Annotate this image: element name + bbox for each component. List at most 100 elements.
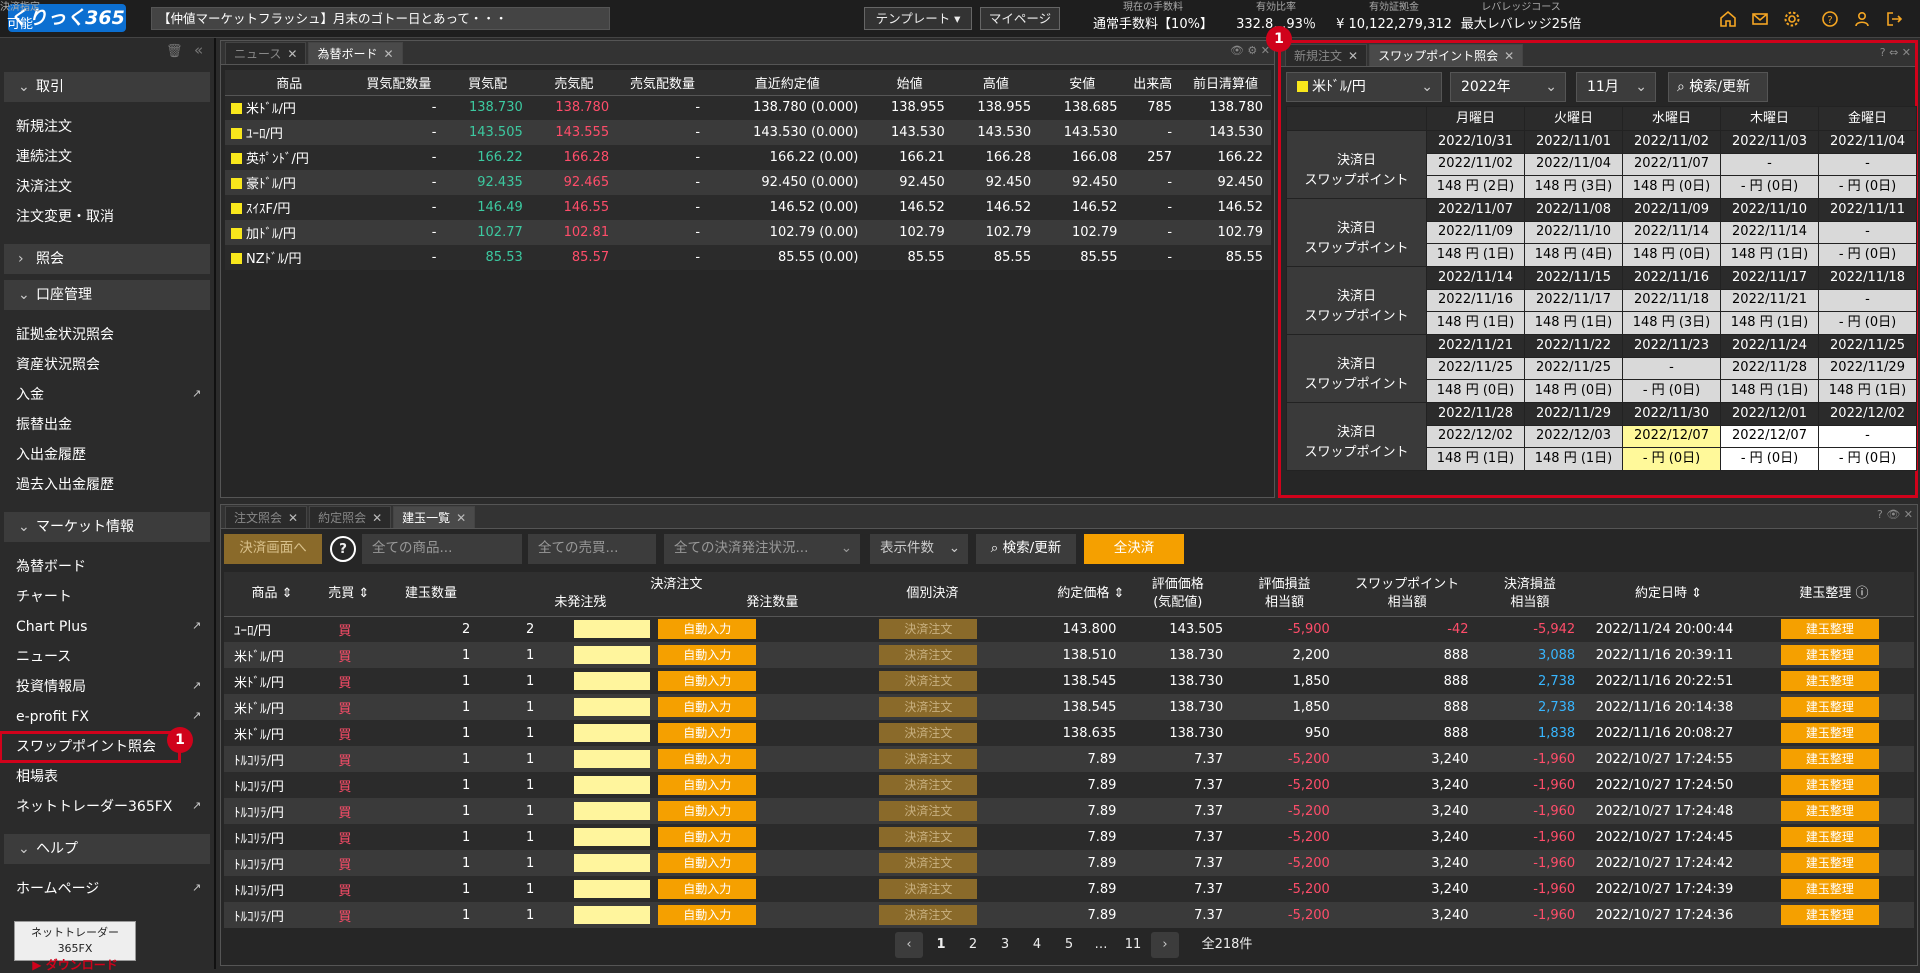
auto-input-button[interactable]: 自動入力: [658, 801, 757, 821]
sidebar-item[interactable]: ホームページ ↗: [0, 874, 214, 904]
product-filter[interactable]: 全ての商品...: [362, 534, 522, 564]
auto-input-button[interactable]: 自動入力: [658, 853, 757, 873]
sidebar-item[interactable]: 入出金履歴: [0, 440, 214, 470]
close-icon[interactable]: ✕: [383, 47, 393, 61]
settle-order-button[interactable]: 決済注文: [879, 619, 978, 640]
sidebar-item[interactable]: Chart Plus ↗: [0, 612, 214, 642]
page-link[interactable]: 4: [1023, 932, 1051, 958]
position-manage-button[interactable]: 建玉整理: [1780, 697, 1879, 717]
auto-input-button[interactable]: 自動入力: [658, 645, 757, 665]
table-row[interactable]: 米ﾄﾞﾙ/円買 1 1 自動入力 決済注文 138.545 138.730 1,850 888 2…: [224, 694, 1914, 720]
sidebar-item[interactable]: ネットトレーダー365FX ↗: [0, 792, 214, 822]
order-qty-input[interactable]: [574, 880, 651, 898]
close-icon[interactable]: ✕: [287, 47, 297, 61]
sidebar-item[interactable]: ニュース: [0, 642, 214, 672]
currency-select[interactable]: 米ﾄﾞﾙ/円 ⌄: [1286, 72, 1442, 102]
sidebar-item[interactable]: 注文変更・取消: [0, 202, 214, 232]
auto-input-button[interactable]: 自動入力: [658, 827, 757, 847]
settle-order-button[interactable]: 決済注文: [879, 723, 978, 743]
position-manage-button[interactable]: 建玉整理: [1780, 723, 1879, 743]
tab[interactable]: 新規注文 ✕: [1285, 44, 1368, 66]
settle-all-button[interactable]: 全決済: [1084, 534, 1184, 564]
settle-order-button[interactable]: 決済注文: [879, 905, 978, 925]
auto-input-button[interactable]: 自動入力: [658, 619, 757, 640]
order-qty-input[interactable]: [574, 646, 651, 664]
table-row[interactable]: ﾄﾙｺﾘﾗ/円買 1 1 自動入力 決済注文 7.89 7.37 -5,200 3,240 -1,…: [224, 824, 1914, 850]
column-header[interactable]: 約定価格 ⇕: [996, 572, 1125, 617]
column-header[interactable]: 建玉整理 ⓘ: [1753, 572, 1914, 617]
position-manage-button[interactable]: 建玉整理: [1780, 801, 1879, 821]
side-filter[interactable]: 全ての売買...: [528, 534, 656, 564]
table-row[interactable]: 豪ﾄﾞﾙ/円 -92.435 92.465-92.450 (0.000) 92.450…: [225, 170, 1271, 195]
help-icon[interactable]: ?: [1818, 7, 1842, 31]
close-icon[interactable]: ✕: [372, 511, 382, 525]
sidebar-item[interactable]: スワップポイント照会: [0, 731, 181, 763]
table-cell[interactable]: 92.435: [444, 170, 531, 195]
column-header[interactable]: 評価価格 (気配値): [1124, 572, 1232, 617]
auto-input-button[interactable]: 自動入力: [658, 697, 757, 717]
sidebar-item[interactable]: 過去入出金履歴: [0, 470, 214, 500]
order-qty-input[interactable]: [574, 750, 651, 768]
table-row[interactable]: 加ﾄﾞﾙ/円 -102.77 102.81-102.79 (0.00) 102.79 1…: [225, 220, 1271, 245]
status-filter[interactable]: 全ての決済発注状況... ⌄: [664, 534, 860, 564]
user-icon[interactable]: [1850, 7, 1874, 31]
swap-search-button[interactable]: ⌕ 検索/更新: [1668, 72, 1768, 102]
auto-input-button[interactable]: 自動入力: [658, 749, 757, 769]
table-cell[interactable]: 166.22: [444, 145, 531, 170]
position-manage-button[interactable]: 建玉整理: [1780, 853, 1879, 873]
position-manage-button[interactable]: 建玉整理: [1780, 645, 1879, 665]
tab[interactable]: 為替ボード ✕: [308, 42, 403, 64]
sidebar-item[interactable]: 相場表: [0, 762, 214, 792]
table-row[interactable]: ﾄﾙｺﾘﾗ/円買 1 1 自動入力 決済注文 7.89 7.37 -5,200 3,240 -1,…: [224, 746, 1914, 772]
table-cell[interactable]: 143.555: [530, 120, 618, 145]
order-qty-input[interactable]: [574, 620, 651, 639]
table-cell[interactable]: 138.730: [444, 95, 531, 120]
auto-input-button[interactable]: 自動入力: [658, 775, 757, 795]
page-link[interactable]: 5: [1055, 932, 1083, 958]
table-row[interactable]: 米ﾄﾞﾙ/円買 1 1 自動入力 決済注文 138.635 138.730 950 888 1,8…: [224, 720, 1914, 746]
mypage-button[interactable]: マイページ: [980, 7, 1060, 30]
settle-order-button[interactable]: 決済注文: [879, 879, 978, 899]
close-icon[interactable]: ✕: [1504, 49, 1514, 63]
table-cell[interactable]: 138.780: [530, 95, 618, 120]
table-row[interactable]: NZﾄﾞﾙ/円 -85.53 85.57-85.55 (0.00) 85.55 85.5…: [225, 245, 1271, 270]
page-link[interactable]: 1: [927, 932, 955, 958]
table-row[interactable]: ﾄﾙｺﾘﾗ/円買 1 1 自動入力 決済注文 7.89 7.37 -5,200 3,240 -1,…: [224, 850, 1914, 876]
month-select[interactable]: 11月 ⌄: [1576, 72, 1656, 102]
column-header[interactable]: 約定日時 ⇕: [1583, 572, 1754, 617]
sidebar-item[interactable]: 為替ボード: [0, 552, 214, 582]
mail-icon[interactable]: [1748, 7, 1772, 31]
market-flash-ticker[interactable]: 【仲値マーケットフラッシュ】月末のゴトー日とあって・・・: [151, 7, 610, 30]
table-cell[interactable]: 143.505: [444, 120, 531, 145]
logout-icon[interactable]: [1882, 7, 1906, 31]
settle-order-button[interactable]: 決済注文: [879, 827, 978, 847]
settle-order-button[interactable]: 決済注文: [879, 671, 978, 691]
position-manage-button[interactable]: 建玉整理: [1780, 619, 1879, 640]
order-qty-input[interactable]: [574, 854, 651, 872]
tab[interactable]: 注文照会 ✕: [225, 506, 308, 528]
order-qty-input[interactable]: [574, 802, 651, 820]
column-header[interactable]: スワップポイント 相当額: [1337, 572, 1477, 617]
collapse-sidebar-icon[interactable]: «: [194, 41, 203, 59]
sidebar-section-header[interactable]: ⌄ ヘルプ: [4, 834, 210, 864]
table-row[interactable]: ﾄﾙｺﾘﾗ/円買 1 1 自動入力 決済注文 7.89 7.37 -5,200 3,240 -1,…: [224, 876, 1914, 902]
table-row[interactable]: ﾄﾙｺﾘﾗ/円買 1 1 自動入力 決済注文 7.89 7.37 -5,200 3,240 -1,…: [224, 798, 1914, 824]
tab[interactable]: 建玉一覧 ✕: [393, 506, 476, 528]
order-qty-input[interactable]: [574, 698, 651, 716]
position-manage-button[interactable]: 建玉整理: [1780, 827, 1879, 847]
template-button[interactable]: テンプレート ▾: [864, 7, 972, 30]
sidebar-item[interactable]: 証拠金状況照会: [0, 320, 214, 350]
table-cell[interactable]: 102.81: [530, 220, 618, 245]
sidebar-section-header[interactable]: › 照会: [4, 244, 210, 274]
tab[interactable]: 約定照会 ✕: [309, 506, 392, 528]
table-row[interactable]: 米ﾄﾞﾙ/円 -138.730 138.780-138.780 (0.000) 138…: [225, 95, 1271, 120]
positions-search-button[interactable]: ⌕ 検索/更新: [976, 534, 1076, 564]
table-cell[interactable]: 85.57: [530, 245, 618, 270]
sidebar-item[interactable]: 入金 ↗: [0, 380, 214, 410]
table-row[interactable]: ｽｲｽF/円 -146.49 146.55-146.52 (0.00) 146.52 1…: [225, 195, 1271, 220]
sidebar-section-header[interactable]: ⌄ マーケット情報: [4, 512, 210, 542]
sidebar-item[interactable]: 投資情報局 ↗: [0, 672, 214, 702]
sidebar-section-header[interactable]: ⌄ 取引: [4, 72, 210, 102]
settle-order-button[interactable]: 決済注文: [879, 645, 978, 665]
position-manage-button[interactable]: 建玉整理: [1780, 905, 1879, 925]
